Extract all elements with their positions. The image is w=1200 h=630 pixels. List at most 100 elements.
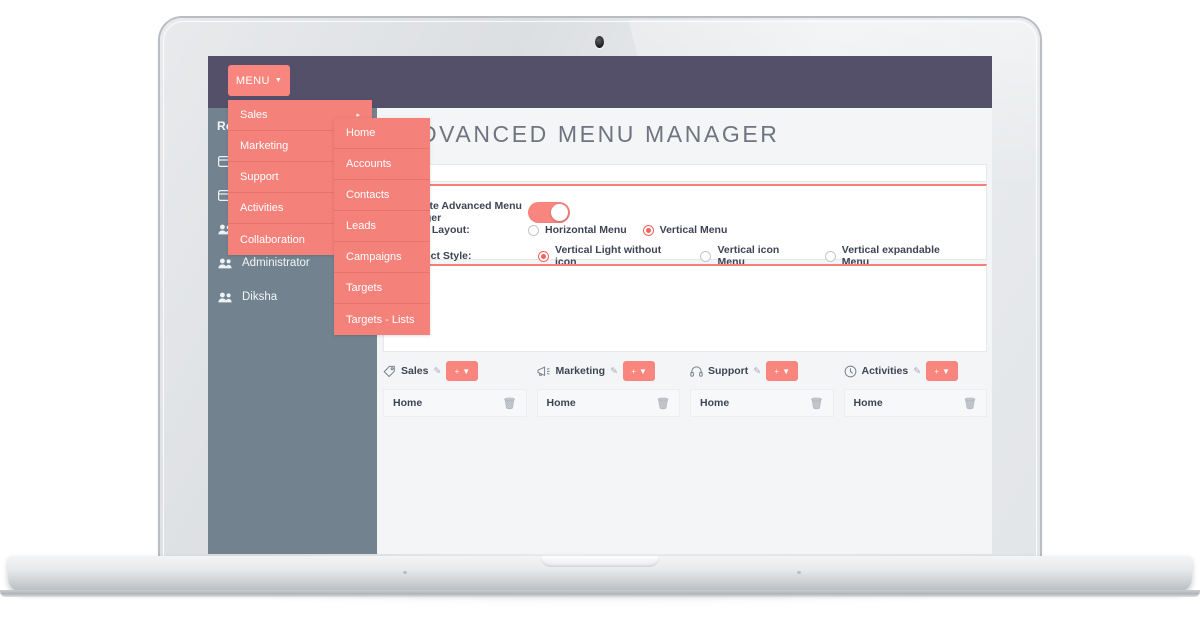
menu-item-label: Marketing	[240, 140, 289, 152]
laptop-base-foot-left	[403, 571, 407, 574]
trash-icon[interactable]: 🗑	[503, 397, 517, 410]
radio-label: Vertical Menu	[659, 224, 728, 236]
submenu-item-targets-lists[interactable]: Targets - Lists	[334, 304, 430, 335]
screenshot-stage: Reports	[0, 0, 1200, 630]
menu-item-label: Contacts	[346, 189, 390, 201]
submenu-item-targets[interactable]: Targets	[334, 273, 430, 304]
radio-dot	[824, 250, 836, 262]
radio-label: Horizontal Menu	[545, 224, 627, 236]
pencil-icon[interactable]: ✎	[753, 366, 761, 377]
radio-dot	[700, 250, 712, 262]
pencil-icon[interactable]: ✎	[433, 366, 441, 377]
menu-column-activities: Activities ✎ + ▼ Home 🗑	[843, 356, 988, 428]
chevron-down-icon: ▼	[274, 77, 283, 84]
chevron-down-icon: ▼	[462, 366, 471, 376]
sidebar-item-label: Administrator	[242, 257, 310, 269]
column-header: Support ✎ + ▼	[690, 356, 834, 386]
add-label: +	[631, 366, 636, 376]
submenu-item-home[interactable]: Home	[334, 118, 430, 149]
column-header: Marketing ✎ + ▼	[537, 356, 681, 386]
menu-level2: Home Accounts Contacts Leads Campaigns T…	[334, 118, 430, 335]
menu-item-label: Support	[240, 171, 279, 183]
sidebar-item-label: Diksha	[242, 291, 278, 303]
pencil-icon[interactable]: ✎	[913, 366, 921, 377]
menu-item-label: Collaboration	[240, 233, 305, 246]
submenu-item-contacts[interactable]: Contacts	[334, 180, 430, 211]
megaphone-icon	[537, 365, 551, 378]
page-title: ADVANCED MENU MANAGER	[377, 108, 992, 160]
webcam-icon	[595, 36, 604, 48]
radio-dot	[528, 224, 539, 236]
menu-item-label: Home	[700, 397, 730, 409]
users-icon	[217, 258, 233, 269]
add-item-button[interactable]: + ▼	[446, 361, 479, 381]
add-label: +	[934, 366, 940, 376]
trash-icon[interactable]: 🗑	[810, 397, 824, 410]
menu-button-label: MENU	[235, 74, 270, 87]
menu-item-label: Targets - Lists	[346, 313, 415, 326]
tag-icon	[383, 365, 396, 378]
menu-column-support: Support ✎ + ▼ Home 🗑	[690, 356, 834, 428]
column-title: Activities	[861, 365, 909, 377]
menu-column-marketing: Marketing ✎ + ▼ Home 🗑	[536, 356, 681, 428]
radio-horizontal-menu[interactable]: Horizontal Menu	[528, 224, 627, 236]
radio-dot-selected	[642, 224, 654, 236]
menu-item-row[interactable]: Home 🗑	[690, 389, 834, 417]
chevron-down-icon: ▼	[638, 366, 647, 376]
menu-item-label: Home	[546, 397, 576, 409]
menu-item-label: Activities	[240, 202, 284, 214]
activate-row: Activate Advanced Menu Manager	[398, 200, 958, 224]
menu-item-label: Home	[346, 127, 376, 139]
column-header: Sales ✎ + ▼	[383, 356, 527, 386]
app-window: Reports	[208, 56, 992, 554]
menu-item-label: Campaigns	[346, 251, 402, 263]
menu-item-label: Targets	[346, 282, 383, 294]
main-content: ADVANCED MENU MANAGER Activate Advanced …	[377, 108, 992, 554]
laptop-screen: Reports	[208, 56, 992, 554]
users-icon	[217, 292, 233, 303]
column-title: Sales	[401, 365, 429, 377]
menu-columns: Sales ✎ + ▼ Home 🗑 Marketing ✎ + ▼ Home …	[383, 356, 987, 428]
activate-toggle[interactable]	[528, 201, 570, 223]
chevron-down-icon: ▼	[782, 366, 791, 376]
menu-item-label: Home	[393, 397, 423, 409]
laptop-base-notch	[540, 556, 660, 567]
chevron-down-icon: ▼	[942, 366, 950, 376]
submenu-item-accounts[interactable]: Accounts	[334, 149, 430, 180]
menu-item-row[interactable]: Home 🗑	[383, 389, 527, 417]
menu-column-sales: Sales ✎ + ▼ Home 🗑	[383, 356, 527, 428]
toggle-knob	[551, 203, 568, 221]
pencil-icon[interactable]: ✎	[610, 366, 618, 377]
add-label: +	[774, 366, 780, 376]
menu-item-row[interactable]: Home 🗑	[843, 389, 987, 417]
column-header: Activities ✎ + ▼	[844, 356, 988, 386]
layout-radio-group: Horizontal Menu Vertical Menu	[528, 224, 727, 236]
menu-item-label: Accounts	[346, 158, 392, 170]
clock-icon	[844, 365, 857, 378]
add-item-button[interactable]: + ▼	[926, 361, 959, 381]
menu-item-label: Home	[853, 397, 883, 409]
add-item-button[interactable]: + ▼	[623, 361, 656, 381]
menu-item-label: Sales	[240, 109, 268, 121]
trash-icon[interactable]: 🗑	[963, 397, 977, 410]
menu-button[interactable]: MENU ▼	[228, 65, 290, 96]
menu-item-row[interactable]: Home 🗑	[536, 389, 680, 417]
settings-card: Activate Advanced Menu Manager Select La…	[377, 160, 992, 554]
submenu-item-leads[interactable]: Leads	[334, 211, 430, 242]
settings-panel: Activate Advanced Menu Manager Select La…	[383, 184, 987, 268]
menu-item-label: Leads	[346, 220, 376, 232]
trash-icon[interactable]: 🗑	[656, 397, 670, 410]
add-label: +	[454, 366, 460, 376]
column-title: Marketing	[555, 365, 606, 377]
laptop-base-edge	[0, 590, 1200, 597]
radio-dot-selected	[538, 250, 550, 262]
add-item-button[interactable]: + ▼	[766, 361, 799, 381]
submenu-item-campaigns[interactable]: Campaigns	[334, 242, 430, 273]
laptop-base-foot-right	[797, 571, 801, 574]
radio-vertical-menu[interactable]: Vertical Menu	[642, 224, 728, 236]
headset-icon	[690, 365, 703, 378]
layout-row: Select Layout: Horizontal Menu Vertical …	[398, 224, 958, 236]
menu-builder-panel	[383, 264, 987, 352]
column-title: Support	[708, 365, 749, 377]
toolbar-strip	[383, 164, 987, 182]
